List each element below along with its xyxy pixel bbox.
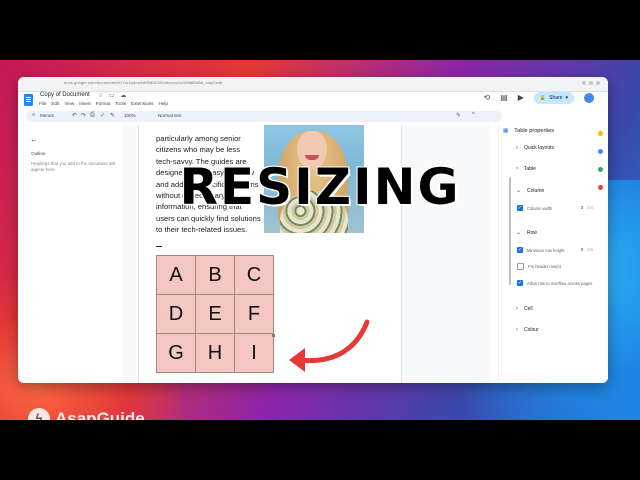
table-cell[interactable]: D	[157, 295, 196, 334]
zoom-select[interactable]: 100%	[124, 113, 136, 118]
share-button[interactable]: 🔒 Share ▾	[533, 92, 574, 104]
style-select[interactable]: Normal text	[158, 113, 182, 118]
url-text: docs.google.com/document/d/1Ysl4pdcw4WRB…	[64, 80, 223, 85]
menus-label[interactable]: Menus	[40, 113, 54, 118]
min-row-height-option[interactable]: ✓ Minimum row height	[517, 247, 564, 253]
menu-help[interactable]: Help	[158, 101, 167, 106]
share-label: Share	[549, 95, 563, 101]
table-cell[interactable]: C	[235, 256, 274, 295]
outline-title: Outline	[31, 151, 46, 156]
table-cell[interactable]: A	[157, 256, 196, 295]
section-cell[interactable]: › Cell	[516, 306, 533, 312]
chevron-right-icon: ›	[516, 327, 518, 333]
brand-watermark: ϟ AsapGuide	[28, 408, 145, 420]
table-cell[interactable]: E	[196, 295, 235, 334]
print-icon[interactable]: ⎙	[90, 112, 95, 119]
collapse-icon[interactable]: ^	[472, 112, 475, 118]
search-icon[interactable]: ⌕	[32, 112, 35, 119]
chevron-right-icon: ›	[516, 306, 518, 312]
document-title[interactable]: Copy of Document	[40, 92, 90, 98]
chevron-down-icon: ⌄	[516, 230, 522, 236]
history-icon[interactable]: ⟲	[483, 94, 490, 102]
menu-insert[interactable]: Insert	[79, 101, 91, 106]
avatar[interactable]	[584, 93, 594, 103]
brand-logo-icon: ϟ	[28, 408, 50, 420]
menu-file[interactable]: File	[39, 101, 46, 106]
edit-mode-icon[interactable]: ✎	[456, 112, 461, 119]
docs-logo-icon[interactable]	[24, 94, 33, 106]
table-cell[interactable]: B	[196, 256, 235, 295]
overflow-checkbox[interactable]: ✓	[517, 280, 523, 286]
table-cell[interactable]: I	[235, 334, 274, 373]
chevron-down-icon: ▾	[565, 95, 568, 101]
chevron-right-icon: ›	[516, 145, 518, 151]
tasks-icon[interactable]	[598, 149, 603, 154]
menu-tools[interactable]: Tools	[115, 101, 126, 106]
meet-icon[interactable]: ▶	[518, 94, 524, 102]
menu-extensions[interactable]: Extensions	[131, 101, 153, 106]
min-row-height-input[interactable]: 0 cm	[581, 247, 593, 252]
overflow-option[interactable]: ✓ Allow row to overflow across pages	[517, 280, 592, 286]
toolbar: ⌕ Menus ↶ ↷ ⎙ ✓ ✎ 100% Normal text ✎ ^	[26, 111, 502, 122]
min-row-height-checkbox[interactable]: ✓	[517, 247, 523, 253]
text-line: citizens who may be less	[156, 145, 240, 155]
section-colour[interactable]: › Colour	[516, 327, 539, 333]
redo-icon[interactable]: ↷	[81, 112, 86, 119]
table-cell[interactable]: H	[196, 334, 235, 373]
undo-icon[interactable]: ↶	[72, 112, 77, 119]
comment-icon[interactable]: ▤	[500, 94, 508, 102]
text-cursor	[156, 246, 162, 247]
brand-name: AsapGuide	[55, 409, 145, 420]
letter-table[interactable]: A B C D E F G H I	[156, 255, 274, 373]
table-cell[interactable]: F	[235, 295, 274, 334]
pin-header-checkbox[interactable]	[517, 263, 524, 270]
text-line: to their tech-related issues.	[156, 225, 248, 235]
pin-header-option[interactable]: Pin header row(s)	[517, 263, 561, 270]
header-actions: ⟲ ▤ ▶ 🔒 Share ▾	[483, 92, 594, 104]
table-resize-handle[interactable]	[272, 334, 275, 337]
spellcheck-icon[interactable]: ✓	[100, 112, 105, 119]
window-controls	[582, 81, 600, 85]
table-cell[interactable]: G	[157, 334, 196, 373]
red-arrow-annotation	[289, 319, 370, 372]
menu-bar: File Edit View Insert Format Tools Exten…	[39, 101, 168, 106]
back-arrow-icon[interactable]: ←	[30, 135, 38, 144]
text-line: particularly among senior	[156, 134, 241, 143]
menu-view[interactable]: View	[64, 101, 74, 106]
menu-format[interactable]: Format	[96, 101, 111, 106]
properties-header: ▦ Table properties	[503, 128, 554, 134]
properties-title: Table properties	[514, 128, 555, 134]
section-quick-layouts[interactable]: › Quick layouts	[516, 145, 554, 151]
paint-format-icon[interactable]: ✎	[110, 112, 115, 119]
menu-edit[interactable]: Edit	[51, 101, 59, 106]
overlay-title: RESIZING	[179, 158, 461, 216]
section-row[interactable]: ⌄ Row	[516, 229, 537, 237]
table-icon: ▦	[503, 128, 509, 134]
keep-icon[interactable]	[598, 131, 603, 136]
star-move-icons[interactable]: ☆ ▭ ☁	[98, 92, 128, 99]
address-bar[interactable]: docs.google.com/document/d/1Ysl4pdcw4WRB…	[18, 77, 608, 92]
video-frame: docs.google.com/document/d/1Ysl4pdcw4WRB…	[0, 60, 640, 420]
lock-icon: 🔒	[539, 95, 547, 101]
